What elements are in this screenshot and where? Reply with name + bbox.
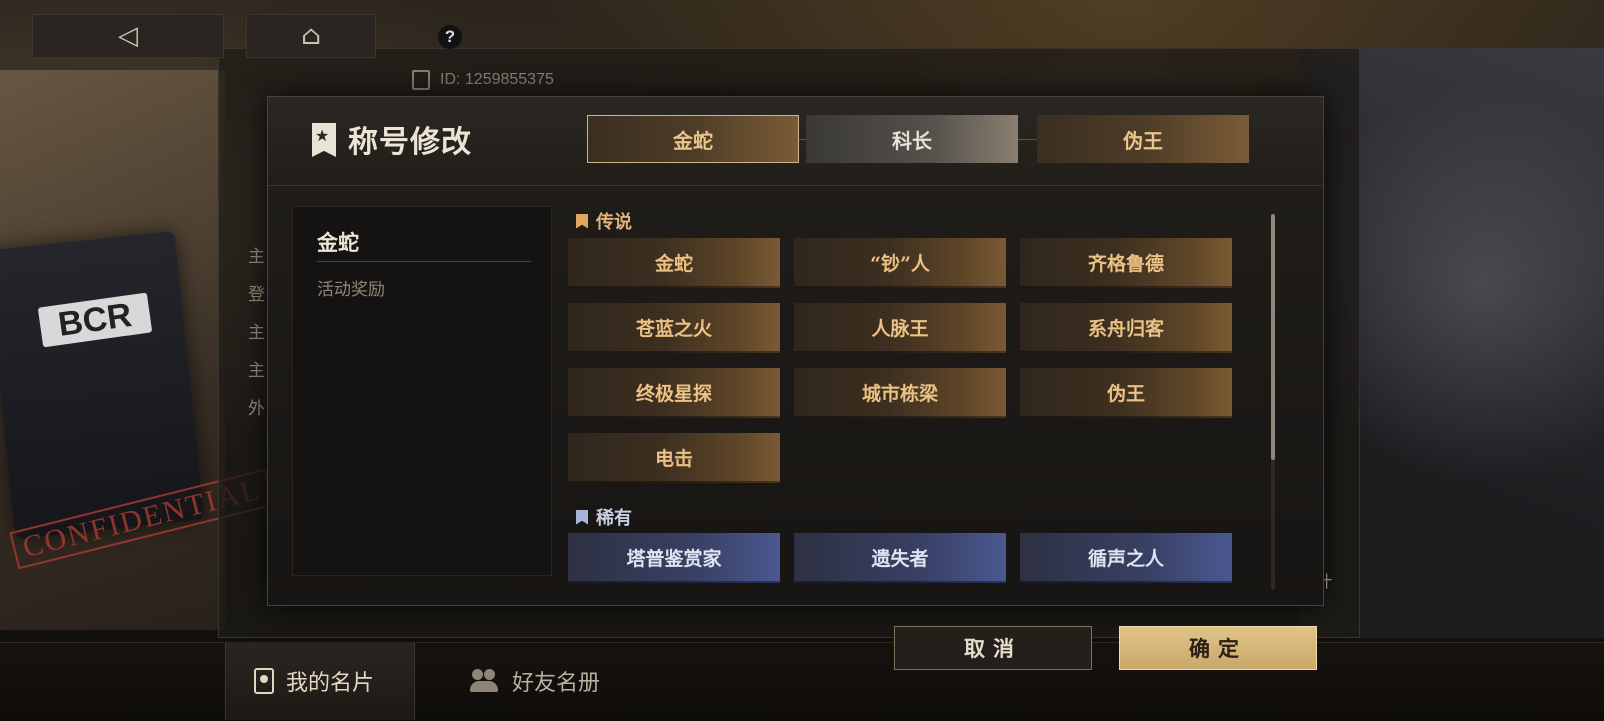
title-option-label: 齐格鲁德 bbox=[1087, 252, 1164, 275]
title-option[interactable]: “钞”人 bbox=[794, 238, 1006, 288]
title-option[interactable]: 伪王 bbox=[1020, 368, 1232, 418]
scrollbar-thumb[interactable] bbox=[1271, 214, 1275, 460]
confirm-button[interactable]: 确定 bbox=[1119, 626, 1317, 670]
title-option-label: 城市栋梁 bbox=[861, 382, 938, 405]
id-card-icon bbox=[412, 70, 430, 90]
title-slot-label: 金蛇 bbox=[673, 128, 713, 153]
title-option-label: 塔普鉴赏家 bbox=[626, 547, 722, 570]
title-slot-2[interactable]: 科长 bbox=[806, 115, 1018, 163]
bookmark-icon bbox=[576, 509, 588, 525]
title-option-label: 苍蓝之火 bbox=[635, 317, 712, 340]
section-header-rare: 稀有 bbox=[576, 504, 632, 530]
title-option-label: 终极星探 bbox=[635, 382, 712, 405]
dialog-header: 称号修改 金蛇 科长 伪王 bbox=[268, 97, 1323, 186]
title-option-label: 金蛇 bbox=[654, 252, 693, 275]
back-arrow-icon: ◁ bbox=[118, 21, 138, 51]
divider bbox=[317, 261, 531, 262]
title-option-label: 伪王 bbox=[1106, 382, 1145, 405]
selected-title-source: 活动奖励 bbox=[317, 280, 385, 300]
dialog-title: 称号修改 bbox=[348, 125, 472, 160]
player-id-row: ID: 1259855375 bbox=[412, 70, 554, 90]
title-detail-pane: 金蛇 活动奖励 bbox=[292, 206, 552, 576]
card-side-labels: 主 登 主 主 外 bbox=[248, 238, 265, 428]
title-option[interactable]: 城市栋梁 bbox=[794, 368, 1006, 418]
title-option[interactable]: 金蛇 bbox=[568, 238, 780, 288]
title-option-label: “钞”人 bbox=[870, 252, 930, 275]
home-button[interactable]: ⌂ bbox=[246, 14, 376, 58]
tab-friends[interactable]: 好友名册 bbox=[470, 642, 640, 720]
title-slot-3[interactable]: 伪王 bbox=[1037, 115, 1249, 163]
friends-icon bbox=[470, 669, 500, 693]
slot-connector bbox=[1018, 139, 1037, 140]
bookmark-icon bbox=[576, 213, 588, 229]
title-edit-dialog: 称号修改 金蛇 科长 伪王 金蛇 活动奖励 传说 金蛇 “钞”人 齐格鲁德 苍蓝… bbox=[267, 96, 1324, 606]
side-label: 主 bbox=[248, 323, 265, 343]
tab-my-card[interactable]: 我的名片 bbox=[225, 642, 415, 720]
tab-my-card-label: 我的名片 bbox=[286, 671, 375, 696]
title-slot-1[interactable]: 金蛇 bbox=[587, 115, 799, 163]
tab-friends-label: 好友名册 bbox=[512, 671, 601, 696]
title-option[interactable]: 电击 bbox=[568, 433, 780, 483]
title-slot-label: 科长 bbox=[892, 128, 932, 153]
section-header-legend: 传说 bbox=[576, 208, 632, 234]
title-option-label: 人脉王 bbox=[871, 317, 929, 340]
bookmark-star-icon bbox=[312, 123, 336, 157]
dialog-body: 金蛇 活动奖励 传说 金蛇 “钞”人 齐格鲁德 苍蓝之火 人脉王 系舟归客 终极… bbox=[268, 186, 1323, 605]
title-list[interactable]: 传说 金蛇 “钞”人 齐格鲁德 苍蓝之火 人脉王 系舟归客 终极星探 城市栋梁 … bbox=[568, 200, 1268, 596]
card-icon bbox=[254, 668, 274, 694]
side-label: 主 bbox=[248, 247, 265, 267]
title-option[interactable]: 人脉王 bbox=[794, 303, 1006, 353]
title-option[interactable]: 苍蓝之火 bbox=[568, 303, 780, 353]
side-label: 登 bbox=[248, 285, 265, 305]
title-option[interactable]: 循声之人 bbox=[1020, 533, 1232, 583]
title-option-label: 循声之人 bbox=[1087, 547, 1164, 570]
side-label: 外 bbox=[248, 399, 265, 419]
title-option[interactable]: 塔普鉴赏家 bbox=[568, 533, 780, 583]
help-icon[interactable]: ? bbox=[438, 25, 462, 49]
cancel-button[interactable]: 取消 bbox=[894, 626, 1092, 670]
title-option[interactable]: 终极星探 bbox=[568, 368, 780, 418]
section-label: 稀有 bbox=[596, 508, 632, 529]
title-option[interactable]: 系舟归客 bbox=[1020, 303, 1232, 353]
selected-title-name: 金蛇 bbox=[317, 230, 359, 255]
home-icon: ⌂ bbox=[301, 21, 321, 51]
title-option[interactable]: 齐格鲁德 bbox=[1020, 238, 1232, 288]
player-id: ID: 1259855375 bbox=[440, 71, 554, 88]
title-option-label: 电击 bbox=[654, 447, 693, 470]
title-option-label: 遗失者 bbox=[871, 547, 929, 570]
title-option[interactable]: 遗失者 bbox=[794, 533, 1006, 583]
title-option-label: 系舟归客 bbox=[1087, 317, 1164, 340]
back-button[interactable]: ◁ bbox=[32, 14, 224, 58]
section-label: 传说 bbox=[596, 212, 632, 233]
title-slot-label: 伪王 bbox=[1123, 128, 1163, 153]
side-label: 主 bbox=[248, 361, 265, 381]
